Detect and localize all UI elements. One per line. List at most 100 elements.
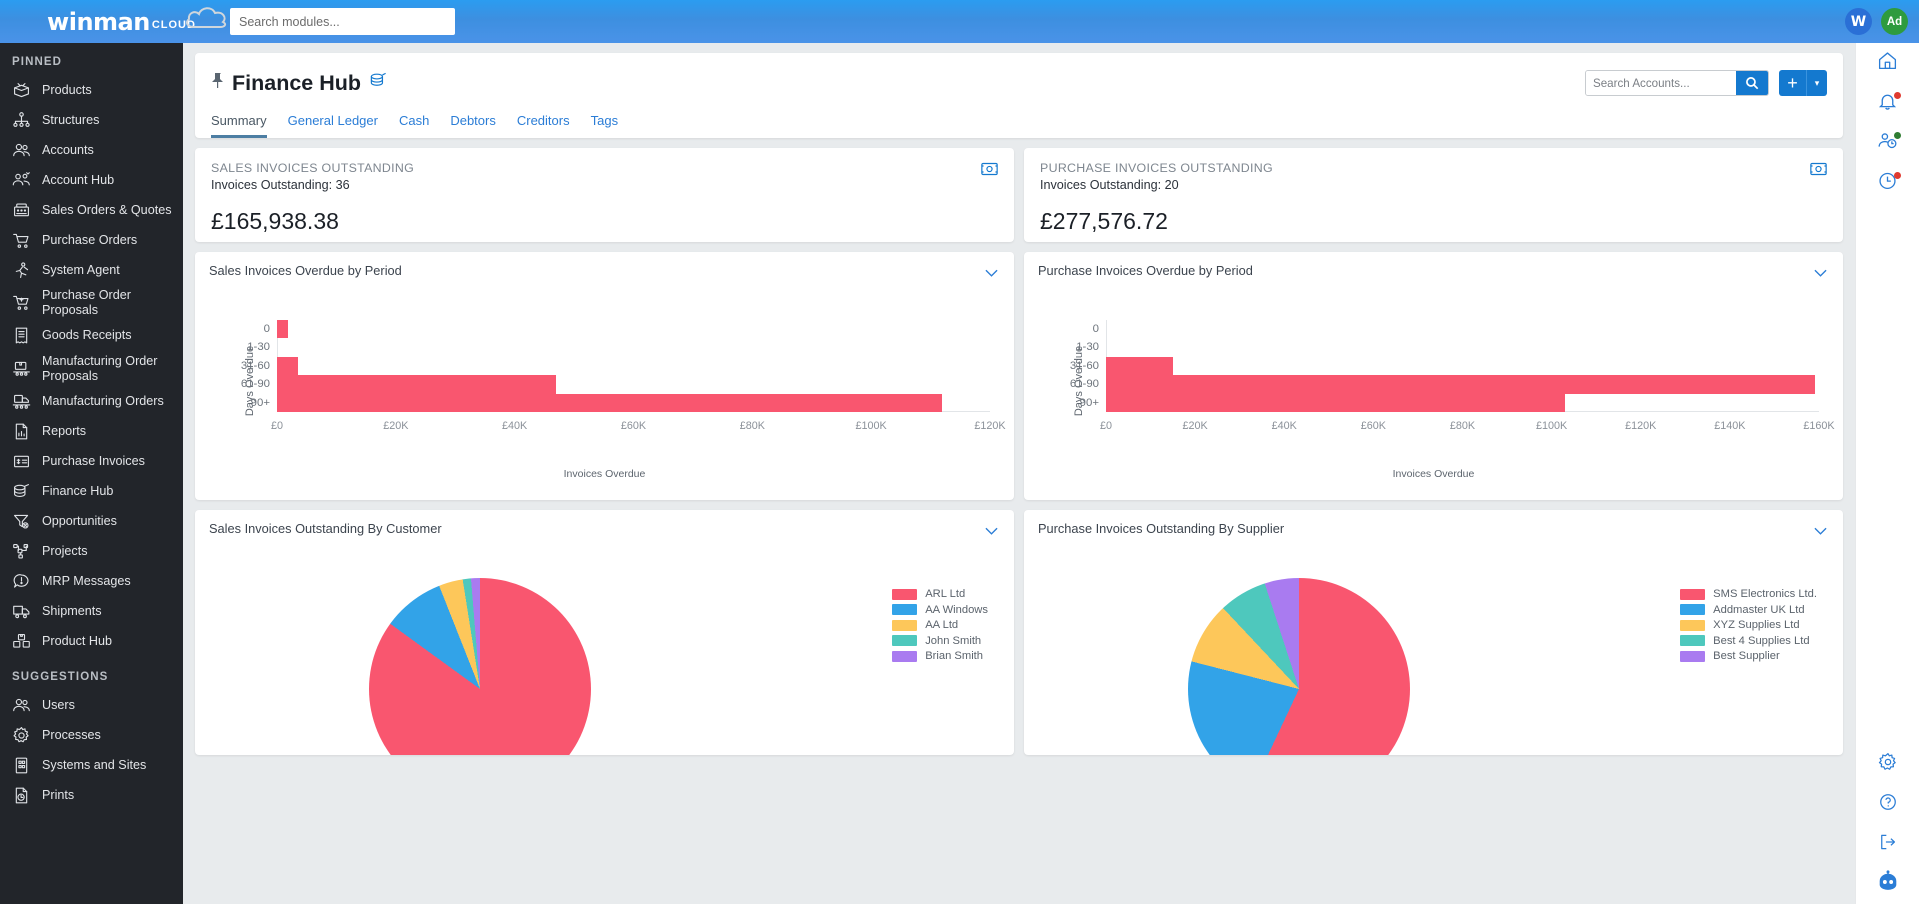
- legend-item[interactable]: AA Ltd: [892, 619, 988, 631]
- sidebar-item-label: Processes: [42, 728, 101, 743]
- sidebar-item-purchase-order-proposals[interactable]: Purchase Order Proposals: [0, 287, 183, 319]
- rail-help-button[interactable]: [1856, 784, 1919, 824]
- tab-debtors[interactable]: Debtors: [450, 113, 496, 138]
- tab-bar: Summary General Ledger Cash Debtors Creditor…: [211, 100, 1827, 138]
- sidebar-item-structures[interactable]: Structures: [0, 107, 183, 133]
- bar[interactable]: [1106, 394, 1565, 412]
- pie-slices[interactable]: [369, 578, 591, 755]
- rail-robot-button[interactable]: [1856, 864, 1919, 904]
- sidebar-item-product-hub[interactable]: Product Hub: [0, 628, 183, 654]
- x-tick-label: £40K: [502, 420, 527, 432]
- bar[interactable]: [1106, 357, 1173, 375]
- sidebar-item-reports[interactable]: Reports: [0, 418, 183, 444]
- sidebar-item-manufacturing-order-proposals[interactable]: Manufacturing Order Proposals: [0, 353, 183, 385]
- rail-bottom-group: [1856, 744, 1919, 904]
- sidebar-item-systems-and-sites[interactable]: Systems and Sites: [0, 752, 183, 778]
- add-button[interactable]: +: [1779, 70, 1806, 96]
- sidebar-item-label: Projects: [42, 544, 88, 559]
- search-accounts-input[interactable]: [1586, 71, 1736, 95]
- rail-gear-button[interactable]: [1856, 744, 1919, 784]
- tab-general-ledger[interactable]: General Ledger: [288, 113, 378, 138]
- bar-row[interactable]: 31-60: [277, 357, 990, 375]
- sidebar-item-account-hub[interactable]: Account Hub: [0, 167, 183, 193]
- pin-icon[interactable]: [211, 72, 224, 94]
- bar[interactable]: [1106, 375, 1815, 393]
- money-note-icon[interactable]: [981, 162, 998, 181]
- bar[interactable]: [277, 357, 298, 375]
- sidebar-item-mrp-messages[interactable]: MRP Messages: [0, 568, 183, 594]
- bar[interactable]: [277, 375, 556, 393]
- user-avatar[interactable]: Ad: [1881, 8, 1908, 35]
- y-tick-label: 31-60: [1070, 357, 1099, 375]
- sidebar-suggestions-header: SUGGESTIONS: [0, 658, 183, 692]
- kpi-value: £165,938.38: [211, 208, 998, 235]
- account-hub-icon: [12, 171, 31, 190]
- bar[interactable]: [277, 394, 942, 412]
- legend-item[interactable]: SMS Electronics Ltd.: [1680, 588, 1817, 600]
- x-tick-label: £160K: [1803, 420, 1834, 432]
- x-tick-label: £0: [1100, 420, 1112, 432]
- processes-gear-icon: [12, 726, 31, 745]
- bar-row[interactable]: 90+: [277, 394, 990, 412]
- sidebar-item-products[interactable]: Products: [0, 77, 183, 103]
- sidebar-item-system-agent[interactable]: System Agent: [0, 257, 183, 283]
- module-search-input[interactable]: [230, 8, 455, 35]
- add-dropdown-caret[interactable]: ▾: [1806, 70, 1827, 96]
- pie-slices[interactable]: [1188, 578, 1410, 755]
- bar-row[interactable]: 61-90: [277, 375, 990, 393]
- bar-row[interactable]: 31-60: [1106, 357, 1819, 375]
- bar-row[interactable]: 0: [1106, 320, 1819, 338]
- money-note-icon[interactable]: [1810, 162, 1827, 181]
- sidebar-item-prints[interactable]: Prints: [0, 782, 183, 808]
- legend-item[interactable]: Addmaster UK Ltd: [1680, 604, 1817, 616]
- rail-logout-button[interactable]: [1856, 824, 1919, 864]
- search-icon[interactable]: [1736, 70, 1768, 96]
- bar-row[interactable]: 90+: [1106, 394, 1819, 412]
- sidebar-item-finance-hub[interactable]: Finance Hub: [0, 478, 183, 504]
- tab-tags[interactable]: Tags: [591, 113, 618, 138]
- legend-item[interactable]: John Smith: [892, 635, 988, 647]
- sidebar-item-shipments[interactable]: Shipments: [0, 598, 183, 624]
- kpi-sales-invoices-outstanding: SALES INVOICES OUTSTANDING Invoices Outs…: [195, 148, 1014, 242]
- sidebar-item-purchase-invoices[interactable]: Purchase Invoices: [0, 448, 183, 474]
- x-axis-label: Invoices Overdue: [209, 468, 1000, 480]
- sidebar-item-sales-orders-quotes[interactable]: Sales Orders & Quotes: [0, 197, 183, 223]
- rail-clock-button[interactable]: [1856, 163, 1919, 203]
- bar-row[interactable]: 0: [277, 320, 990, 338]
- sidebar-item-manufacturing-orders[interactable]: Manufacturing Orders: [0, 388, 183, 414]
- sidebar-item-users[interactable]: Users: [0, 692, 183, 718]
- app-logo[interactable]: winman CLOUD: [0, 0, 225, 43]
- tab-summary[interactable]: Summary: [211, 113, 267, 138]
- sidebar-item-opportunities[interactable]: Opportunities: [0, 508, 183, 534]
- legend-item[interactable]: Best 4 Supplies Ltd: [1680, 635, 1817, 647]
- bar[interactable]: [277, 320, 288, 338]
- sidebar-item-accounts[interactable]: Accounts: [0, 137, 183, 163]
- widget-grid: SALES INVOICES OUTSTANDING Invoices Outs…: [183, 138, 1855, 755]
- sidebar-item-goods-receipts[interactable]: Goods Receipts: [0, 323, 183, 349]
- widget-title: Sales Invoices Overdue by Period: [209, 263, 1000, 278]
- legend-swatch: [1680, 589, 1705, 600]
- tab-cash[interactable]: Cash: [399, 113, 429, 138]
- tab-creditors[interactable]: Creditors: [517, 113, 570, 138]
- sidebar-item-processes[interactable]: Processes: [0, 722, 183, 748]
- reports-icon: [12, 422, 31, 441]
- sidebar-item-purchase-orders[interactable]: Purchase Orders: [0, 227, 183, 253]
- bar-row[interactable]: 61-90: [1106, 375, 1819, 393]
- legend-swatch: [892, 651, 917, 662]
- bar-row[interactable]: 1-30: [277, 338, 990, 356]
- legend-item[interactable]: Brian Smith: [892, 650, 988, 662]
- bar-row[interactable]: 1-30: [1106, 338, 1819, 356]
- rail-home-button[interactable]: [1856, 43, 1919, 83]
- sidebar-item-label: Account Hub: [42, 173, 114, 188]
- legend-item[interactable]: XYZ Supplies Ltd: [1680, 619, 1817, 631]
- sidebar-item-projects[interactable]: Projects: [0, 538, 183, 564]
- legend-item[interactable]: ARL Ltd: [892, 588, 988, 600]
- rail-user-clock-button[interactable]: [1856, 123, 1919, 163]
- legend-item[interactable]: AA Windows: [892, 604, 988, 616]
- x-tick-label: £20K: [383, 420, 408, 432]
- legend-item[interactable]: Best Supplier: [1680, 650, 1817, 662]
- x-tick-label: £80K: [740, 420, 765, 432]
- winman-badge[interactable]: W: [1845, 8, 1872, 35]
- shipments-icon: [12, 602, 31, 621]
- rail-bell-button[interactable]: [1856, 83, 1919, 123]
